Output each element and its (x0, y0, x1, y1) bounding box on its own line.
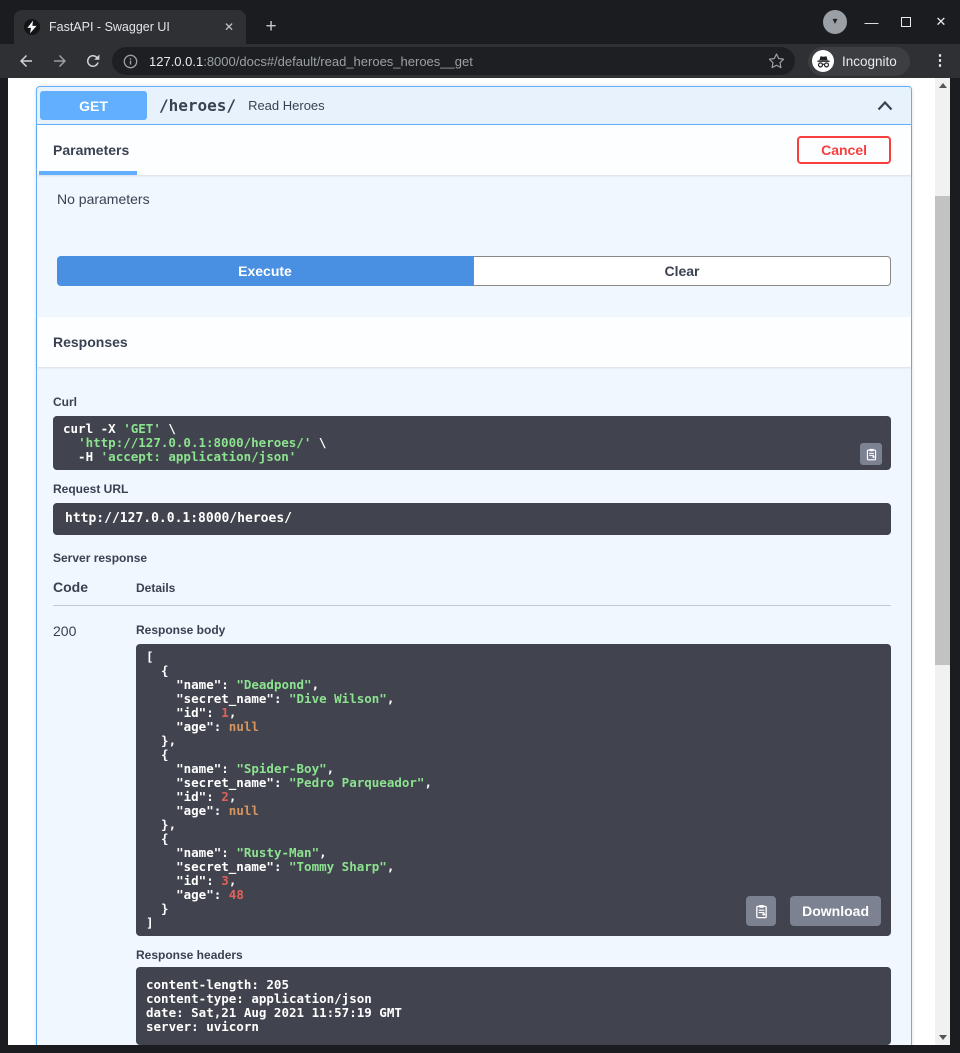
response-body-json: [ { "name": "Deadpond", "secret_name": "… (136, 644, 891, 936)
response-body-actions: Download (746, 896, 881, 926)
window-menu-button[interactable]: ▾ (823, 10, 847, 34)
scrollbar-thumb[interactable] (935, 196, 950, 665)
bookmark-star-icon[interactable] (768, 53, 785, 70)
swagger-page: GET /heroes/ Read Heroes Parameters Canc… (8, 78, 935, 1045)
new-tab-button[interactable]: + (258, 14, 284, 40)
opblock-get-heroes: GET /heroes/ Read Heroes Parameters Canc… (36, 86, 912, 1045)
curl-label: Curl (53, 395, 891, 409)
site-info-icon[interactable] (123, 54, 138, 69)
cancel-button[interactable]: Cancel (797, 136, 891, 164)
incognito-icon (812, 50, 834, 72)
execute-row: Execute Clear (37, 235, 911, 286)
incognito-label: Incognito (842, 54, 897, 69)
response-headers-label: Response headers (136, 948, 891, 962)
incognito-badge: Incognito (808, 47, 910, 76)
url-bar[interactable]: 127.0.0.1:8000/docs#/default/read_heroes… (112, 47, 795, 75)
browser-tab[interactable]: FastAPI - Swagger UI ✕ (14, 10, 246, 44)
scrollbar-up-icon[interactable] (935, 78, 950, 93)
response-table-header: Code Details (53, 579, 891, 606)
url-text[interactable]: 127.0.0.1:8000/docs#/default/read_heroes… (149, 54, 768, 69)
browser-window: FastAPI - Swagger UI ✕ + ▾ — ✕ 127.0. (0, 0, 960, 1053)
response-body-block: [ { "name": "Deadpond", "secret_name": "… (136, 644, 891, 936)
opblock-summary[interactable]: GET /heroes/ Read Heroes (37, 87, 911, 125)
parameters-header: Parameters Cancel (37, 125, 911, 175)
response-details: Response body [ { "name": "Deadpond", "s… (136, 623, 891, 1045)
maximize-icon (901, 17, 911, 27)
page-scrollbar[interactable] (935, 78, 950, 1045)
endpoint-summary: Read Heroes (248, 98, 325, 113)
page-viewport: GET /heroes/ Read Heroes Parameters Canc… (8, 78, 950, 1045)
clear-button[interactable]: Clear (473, 256, 891, 286)
window-controls: ▾ — ✕ (823, 8, 952, 36)
code-column-header: Code (53, 579, 136, 595)
request-url-value: http://127.0.0.1:8000/heroes/ (53, 503, 891, 535)
details-column-header: Details (136, 581, 175, 595)
request-url-label: Request URL (53, 482, 891, 496)
maximize-button[interactable] (895, 15, 917, 30)
download-button[interactable]: Download (790, 896, 881, 926)
titlebar: FastAPI - Swagger UI ✕ + ▾ — ✕ (0, 0, 960, 44)
response-row-200: 200 Response body [ { "name": "Deadpond"… (53, 606, 891, 1045)
parameters-title: Parameters (53, 142, 129, 158)
copy-curl-button[interactable] (860, 443, 882, 465)
reload-icon[interactable] (84, 52, 102, 70)
endpoint-path[interactable]: /heroes/ (159, 96, 236, 115)
http-method-badge: GET (40, 91, 147, 120)
back-icon[interactable] (17, 52, 35, 70)
url-path: :8000/docs#/default/read_heroes_heroes__… (203, 54, 473, 69)
fastapi-favicon-icon (24, 19, 40, 35)
status-code: 200 (53, 623, 136, 639)
responses-body: Curl curl -X 'GET' \ 'http://127.0.0.1:8… (37, 367, 911, 1045)
tab-close-icon[interactable]: ✕ (220, 18, 238, 36)
scrollbar-down-icon[interactable] (935, 1030, 950, 1045)
execute-button[interactable]: Execute (57, 256, 473, 286)
no-parameters-text: No parameters (57, 191, 891, 207)
response-body-label: Response body (136, 623, 891, 637)
close-button[interactable]: ✕ (930, 14, 952, 30)
responses-title: Responses (53, 334, 128, 350)
server-response-label: Server response (53, 551, 891, 565)
parameters-tab-underline (39, 171, 137, 175)
copy-response-button[interactable] (746, 896, 776, 926)
minimize-button[interactable]: — (860, 14, 882, 30)
parameters-body: No parameters (37, 175, 911, 235)
url-host: 127.0.0.1 (149, 54, 203, 69)
response-headers-value: content-length: 205 content-type: applic… (136, 967, 891, 1045)
tab-title: FastAPI - Swagger UI (49, 20, 220, 34)
curl-command: curl -X 'GET' \ 'http://127.0.0.1:8000/h… (53, 416, 891, 470)
collapse-chevron-icon[interactable] (875, 96, 895, 116)
curl-block: curl -X 'GET' \ 'http://127.0.0.1:8000/h… (53, 416, 891, 470)
browser-toolbar: 127.0.0.1:8000/docs#/default/read_heroes… (0, 44, 960, 78)
responses-header: Responses (37, 317, 911, 367)
forward-icon[interactable] (51, 52, 69, 70)
browser-menu-icon[interactable]: ⋮ (931, 51, 949, 71)
